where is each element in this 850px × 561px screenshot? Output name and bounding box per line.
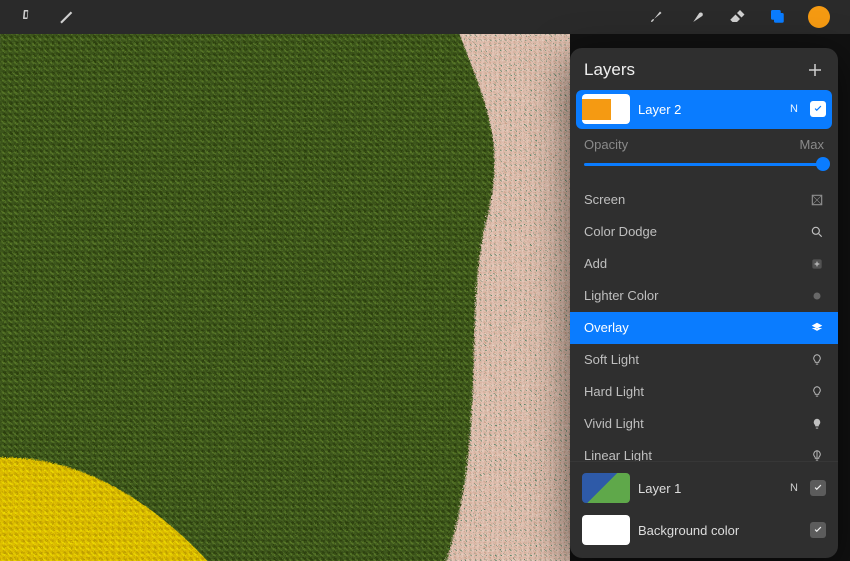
blend-mode-name: Lighter Color bbox=[584, 288, 658, 303]
color-swatch[interactable] bbox=[808, 6, 830, 28]
circle-icon bbox=[810, 289, 824, 303]
layer-thumbnail bbox=[582, 94, 630, 124]
blend-mode-name: Screen bbox=[584, 192, 625, 207]
blend-mode-row[interactable]: Screen bbox=[570, 184, 838, 216]
canvas-ruler bbox=[0, 34, 570, 48]
layers-title: Layers bbox=[584, 60, 635, 80]
app-root: Layers Layer 2 N Opacity Max Scree bbox=[0, 0, 850, 561]
layer-thumbnail bbox=[582, 473, 630, 503]
layer-row[interactable]: Background color bbox=[576, 510, 832, 550]
smudge-icon[interactable] bbox=[688, 7, 706, 28]
bulb-half-icon bbox=[810, 449, 824, 461]
bulb-on-icon bbox=[810, 417, 824, 431]
gallery-icon[interactable] bbox=[20, 7, 38, 28]
artwork bbox=[0, 34, 570, 561]
layer-visibility-checkbox[interactable] bbox=[810, 522, 826, 538]
bulb-off-icon bbox=[810, 353, 824, 367]
top-toolbar bbox=[0, 0, 850, 34]
layers-panel: Layers Layer 2 N Opacity Max Scree bbox=[570, 48, 838, 558]
blend-mode-row[interactable]: Overlay bbox=[570, 312, 838, 344]
opacity-value: Max bbox=[799, 137, 824, 152]
blend-mode-name: Linear Light bbox=[584, 448, 652, 461]
stack-icon bbox=[810, 321, 824, 335]
opacity-row: Opacity Max bbox=[570, 131, 838, 156]
layer-thumbnail bbox=[582, 515, 630, 545]
layer-row[interactable]: Layer 1 N bbox=[576, 468, 832, 508]
layer-blend-badge[interactable]: N bbox=[786, 482, 802, 494]
layer-visibility-checkbox[interactable] bbox=[810, 101, 826, 117]
eraser-icon[interactable] bbox=[728, 7, 746, 28]
blend-mode-name: Soft Light bbox=[584, 352, 639, 367]
blend-mode-row[interactable]: Linear Light bbox=[570, 440, 838, 461]
layer-name: Layer 1 bbox=[638, 481, 778, 496]
add-layer-button[interactable] bbox=[806, 61, 824, 79]
blend-mode-list[interactable]: Screen Color Dodge Add Lighter Color Overlay… bbox=[570, 184, 838, 461]
layers-below: Layer 1 N Background color bbox=[570, 461, 838, 558]
plus-square-icon bbox=[810, 257, 824, 271]
layer-name: Layer 2 bbox=[638, 102, 778, 117]
opacity-slider[interactable] bbox=[584, 156, 824, 172]
blend-mode-row[interactable]: Color Dodge bbox=[570, 216, 838, 248]
layer-name: Background color bbox=[638, 523, 778, 538]
layer-blend-badge[interactable]: N bbox=[786, 103, 802, 115]
opacity-label: Opacity bbox=[584, 137, 628, 152]
layers-panel-header: Layers bbox=[570, 48, 838, 90]
blend-mode-row[interactable]: Vivid Light bbox=[570, 408, 838, 440]
lens-icon bbox=[810, 225, 824, 239]
blend-mode-name: Add bbox=[584, 256, 607, 271]
blend-mode-name: Hard Light bbox=[584, 384, 644, 399]
blend-mode-name: Overlay bbox=[584, 320, 629, 335]
pattern-icon bbox=[810, 193, 824, 207]
brush-icon[interactable] bbox=[648, 7, 666, 28]
blend-mode-row[interactable]: Add bbox=[570, 248, 838, 280]
actions-icon[interactable] bbox=[58, 7, 76, 28]
canvas[interactable] bbox=[0, 34, 570, 561]
layer-visibility-checkbox[interactable] bbox=[810, 480, 826, 496]
layers-icon[interactable] bbox=[768, 7, 786, 28]
blend-mode-row[interactable]: Hard Light bbox=[570, 376, 838, 408]
bulb-off-icon bbox=[810, 385, 824, 399]
blend-mode-name: Vivid Light bbox=[584, 416, 644, 431]
blend-mode-name: Color Dodge bbox=[584, 224, 657, 239]
blend-mode-row[interactable]: Lighter Color bbox=[570, 280, 838, 312]
blend-mode-row[interactable]: Soft Light bbox=[570, 344, 838, 376]
layer-row-selected[interactable]: Layer 2 N bbox=[576, 90, 832, 129]
